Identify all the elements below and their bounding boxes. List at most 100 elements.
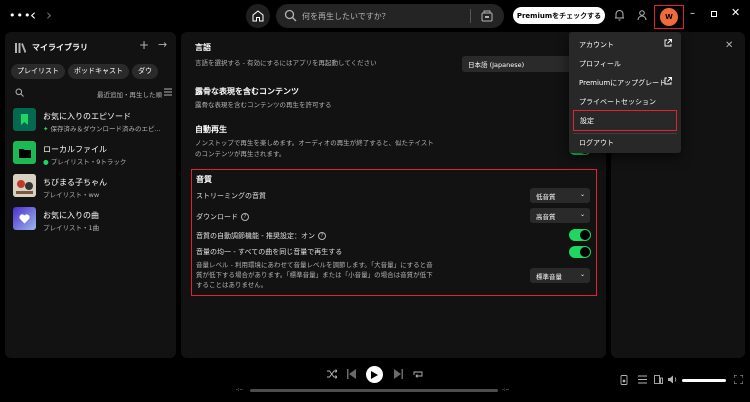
streaming-quality-select[interactable]: 低音質 ⌄	[530, 188, 590, 203]
settings-panel: 言語 言語を選択する - 有効にするにはアプリを再起動してください 日本語 (J…	[181, 32, 606, 358]
list-item[interactable]: お気に入りの曲 プレイリスト・1曲	[11, 203, 173, 235]
next-icon[interactable]	[394, 369, 403, 379]
previous-icon[interactable]	[347, 369, 356, 379]
chip-podcasts[interactable]: ポッドキャスト	[68, 64, 129, 79]
download-icon: ●	[43, 158, 49, 166]
forward-icon[interactable]: ›	[46, 6, 52, 24]
plus-icon[interactable]: +	[139, 38, 149, 52]
library-icon[interactable]	[15, 43, 26, 53]
home-button[interactable]	[246, 4, 270, 28]
language-select[interactable]: 日本語 (Japanese)	[462, 56, 582, 72]
item-subtitle: ✦ 保存済み＆ダウンロード済みのエピ...	[43, 123, 173, 133]
normalize-toggle[interactable]	[569, 246, 591, 258]
menu-item-premium[interactable]: Premiumにアップグレード	[573, 73, 677, 92]
playlist-cover-icon	[13, 174, 36, 197]
close-icon[interactable]: ✕	[731, 6, 740, 19]
bell-icon[interactable]	[614, 9, 625, 21]
item-name: ちびまる子ちゃん	[43, 178, 107, 187]
item-subtitle-text: プレイリスト・9トラック	[50, 158, 127, 166]
shuffle-icon[interactable]	[327, 369, 337, 379]
normalize-label: 音量の均一 - すべての曲を同じ音量で再生する	[196, 248, 343, 256]
volume-level-desc-line: 質が低下する場合があります。「標準音量」または「小音量」の場合は音質が低下	[196, 271, 433, 279]
search-bar[interactable]	[276, 4, 504, 28]
play-button[interactable]	[366, 366, 383, 383]
list-item[interactable]: ちびまる子ちゃん プレイリスト・ww	[11, 170, 173, 202]
close-panel-icon[interactable]: ✕	[725, 40, 733, 51]
chip-playlists[interactable]: プレイリスト	[11, 64, 65, 79]
browse-icon[interactable]	[480, 9, 494, 23]
fullscreen-icon[interactable]	[734, 375, 743, 384]
help-icon[interactable]: ?	[317, 232, 326, 240]
item-subtitle: ● プレイリスト・9トラック	[43, 156, 173, 166]
more-icon[interactable]: •••	[9, 9, 31, 22]
arrow-right-icon[interactable]: →	[158, 38, 167, 51]
now-playing-view-icon[interactable]	[620, 375, 628, 385]
quality-title: 音質	[196, 175, 212, 184]
avatar[interactable]: W	[660, 8, 678, 26]
language-desc: 言語を選択する - 有効にするにはアプリを再起動してください	[195, 59, 377, 67]
back-icon[interactable]: ‹	[30, 6, 36, 24]
list-item[interactable]: ローカルファイル ● プレイリスト・9トラック	[11, 137, 173, 169]
play-icon	[371, 370, 378, 379]
filter-chips: プレイリスト ポッドキャスト ダウ	[11, 64, 173, 80]
minimize-icon[interactable]: –	[690, 8, 695, 19]
volume-level-value: 標準音量	[536, 273, 562, 281]
external-link-icon	[664, 39, 672, 47]
download-quality-label: ダウンロード	[196, 213, 238, 221]
menu-item-profile[interactable]: プロフィール	[573, 54, 677, 73]
time-elapsed: -:--	[236, 387, 244, 393]
volume-slider[interactable]	[682, 379, 726, 382]
premium-button[interactable]: Premiumをチェックする	[513, 7, 605, 24]
device-icon[interactable]	[654, 375, 663, 384]
toggle-knob	[580, 247, 590, 257]
volume-level-select[interactable]: 標準音量 ⌄	[530, 268, 590, 283]
auto-adjust-row: 音質の自動調節機能 - 推奨設定：オン?	[196, 231, 326, 241]
auto-adjust-label: 音質の自動調節機能 - 推奨設定：オン	[196, 232, 315, 240]
item-name: お気に入りのエピソード	[43, 112, 131, 121]
explicit-desc: 露骨な表現を含むコンテンツの再生を許可する	[195, 101, 332, 109]
bookmark-icon	[21, 114, 28, 125]
repeat-icon[interactable]	[413, 369, 423, 379]
menu-item-label: Premiumにアップグレード	[579, 79, 667, 87]
help-icon[interactable]: ?	[241, 213, 249, 221]
sort-label[interactable]: 最近追加・再生した順	[97, 89, 162, 99]
profile-menu: アカウント プロフィール Premiumにアップグレード プライベートセッション…	[569, 32, 681, 153]
menu-item-account[interactable]: アカウント	[573, 35, 677, 54]
download-quality-value: 高音質	[536, 213, 556, 221]
folder-icon	[18, 148, 31, 158]
item-subtitle: プレイリスト・ww	[43, 191, 100, 199]
pin-icon: ✦	[43, 125, 49, 133]
maximize-icon[interactable]	[711, 11, 717, 17]
autoplay-desc-1: ノンストップで再生を楽しめます。オーディオの再生が終了すると、似たテイスト	[195, 139, 434, 147]
list-icon[interactable]	[164, 88, 172, 96]
item-subtitle-text: 保存済み＆ダウンロード済みのエピ...	[50, 125, 161, 133]
chevron-down-icon: ⌄	[579, 211, 585, 218]
avatar-highlight: W	[654, 5, 684, 29]
menu-item-private-session[interactable]: プライベートセッション	[573, 92, 677, 111]
explicit-title: 露骨な表現を含むコンテンツ	[195, 87, 299, 96]
library-list: お気に入りのエピソード ✦ 保存済み＆ダウンロード済みのエピ... ローカルファ…	[11, 104, 173, 236]
volume-level-desc: 音量レベル - 利用環境にあわせて音量レベルを調節します。「大音量」にすると音 …	[196, 260, 476, 290]
volume-icon[interactable]	[668, 375, 678, 384]
queue-icon[interactable]	[638, 375, 647, 384]
list-item[interactable]: お気に入りのエピソード ✦ 保存済み＆ダウンロード済みのエピ...	[11, 104, 173, 136]
download-quality-row: ダウンロード?	[196, 212, 249, 222]
menu-item-logout[interactable]: ログアウト	[573, 133, 677, 152]
item-subtitle: プレイリスト・1曲	[43, 224, 100, 232]
download-quality-select[interactable]: 高音質 ⌄	[530, 208, 590, 223]
friend-activity-icon[interactable]	[636, 9, 648, 21]
volume-level-desc-line: 音量レベル - 利用環境にあわせて音量レベルを調節します。「大音量」にすると音	[196, 261, 433, 269]
library-title[interactable]: マイライブラリ	[32, 42, 88, 53]
episodes-thumb	[13, 108, 36, 131]
progress-bar[interactable]	[250, 389, 498, 392]
chevron-down-icon: ⌄	[579, 191, 585, 198]
search-input[interactable]	[302, 7, 462, 25]
search-divider	[470, 9, 471, 23]
external-link-icon	[664, 77, 672, 85]
auto-adjust-toggle[interactable]	[569, 229, 591, 241]
library-search-icon[interactable]	[15, 88, 24, 97]
home-icon	[252, 10, 264, 22]
chevron-down-icon: ⌄	[579, 271, 585, 278]
menu-item-settings[interactable]: 設定	[573, 110, 677, 131]
chip-downloads[interactable]: ダウ	[132, 64, 158, 79]
